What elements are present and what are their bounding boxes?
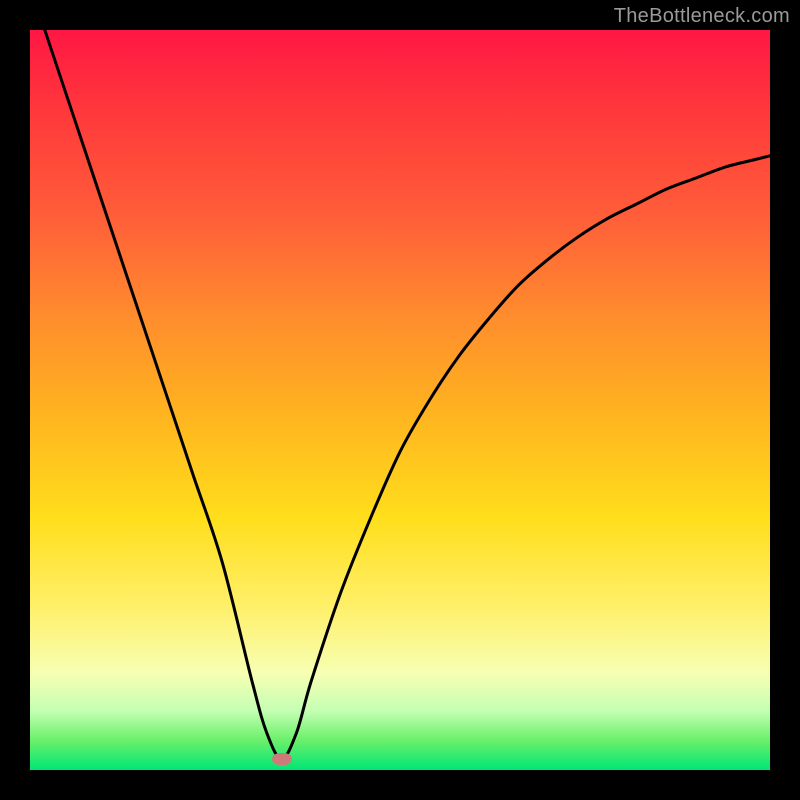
bottleneck-curve [30,30,770,770]
minimum-marker [272,753,292,765]
watermark-text: TheBottleneck.com [614,5,790,28]
plot-area [30,30,770,770]
chart-frame: TheBottleneck.com [0,0,800,800]
